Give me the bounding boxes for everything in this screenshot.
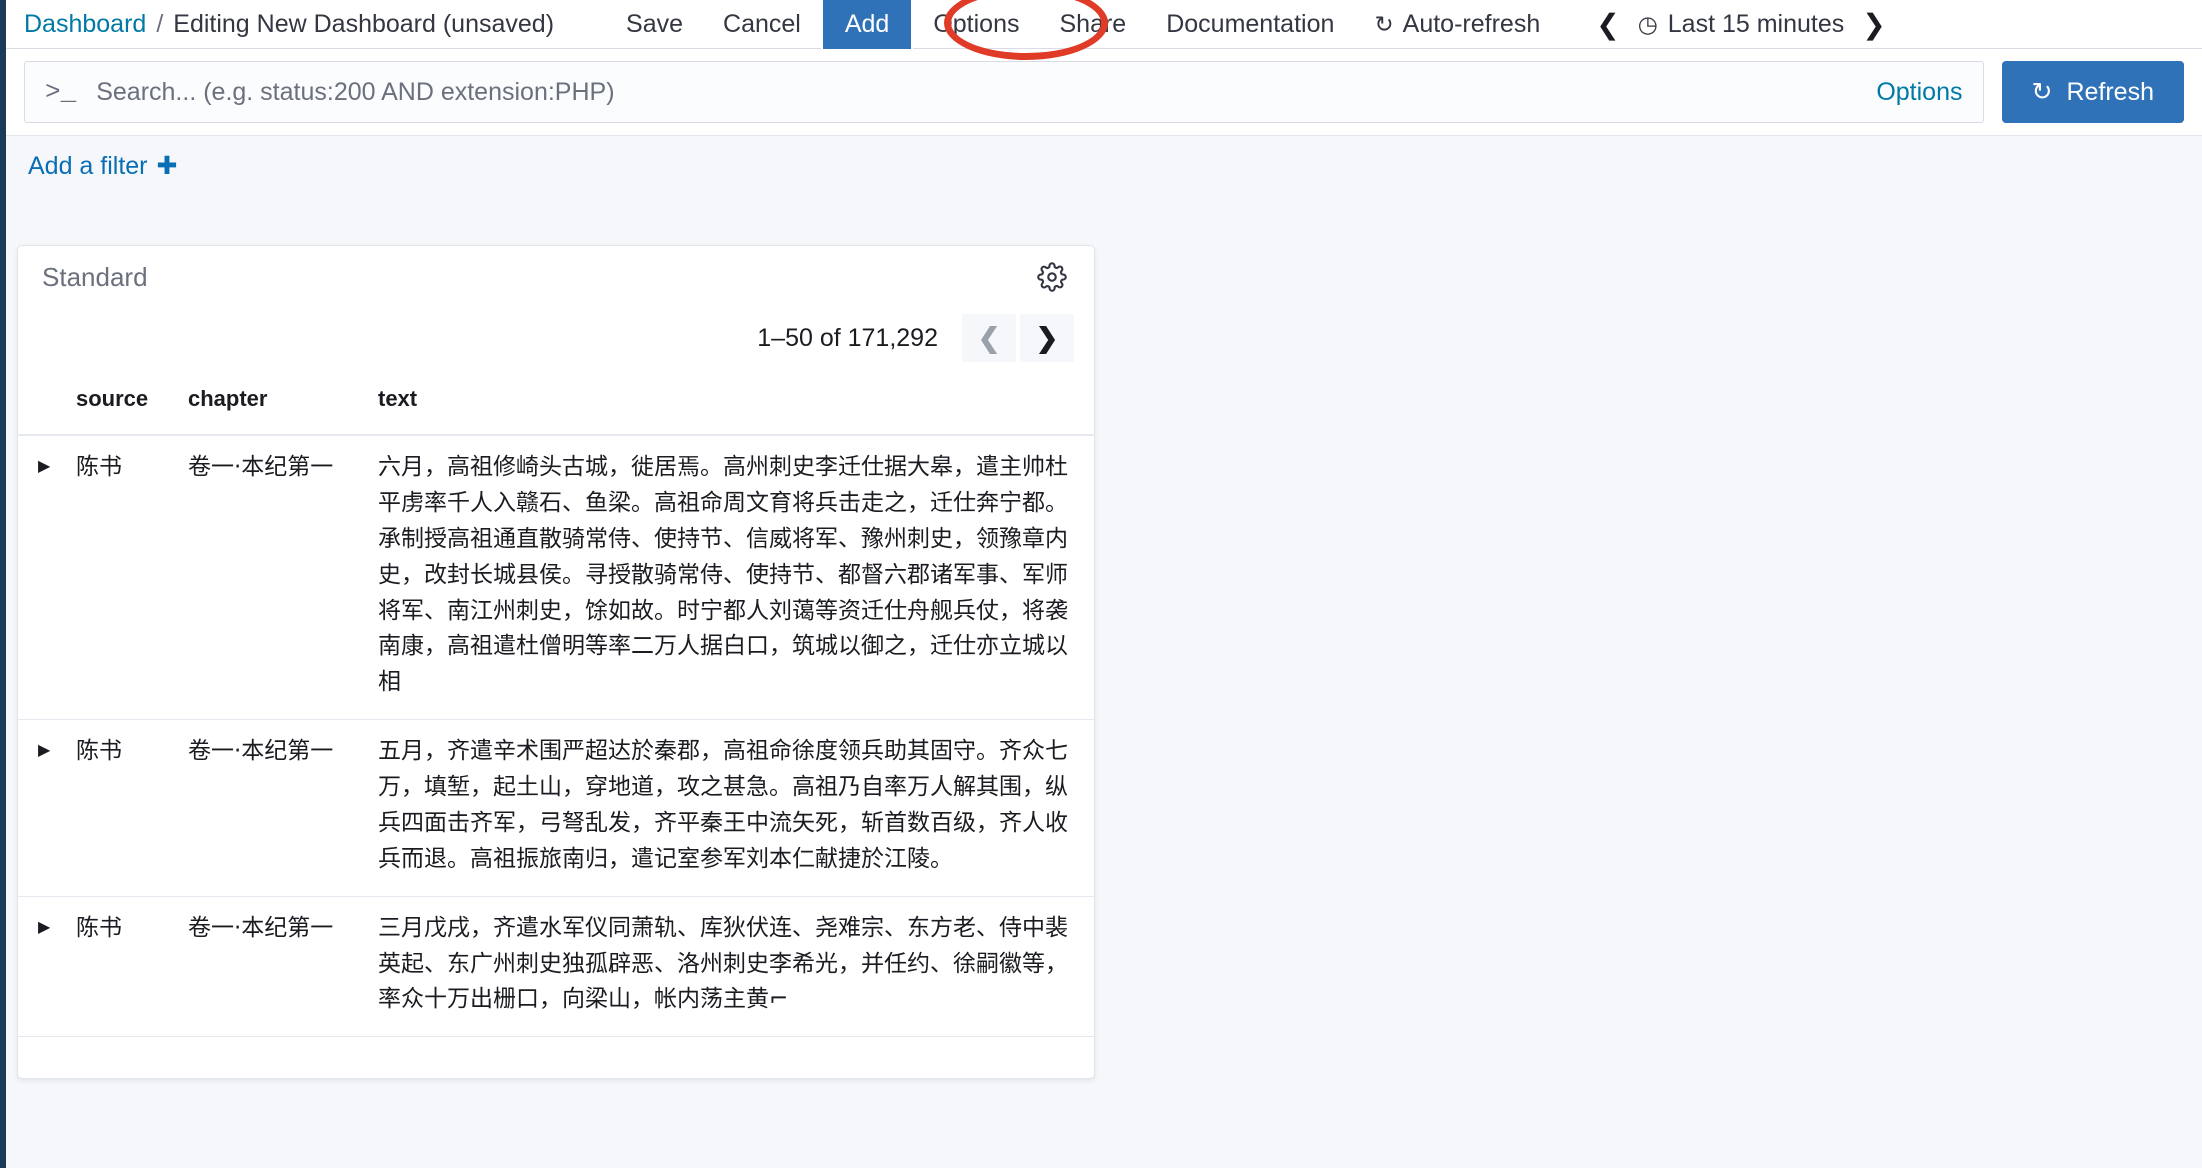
column-header-text[interactable]: text (368, 368, 1094, 435)
nav-add-button[interactable]: Add (821, 0, 913, 49)
column-header-chapter[interactable]: chapter (178, 368, 368, 435)
cell-text-value: 三月戊戌，齐遣水军仪同萧轨、库狄伏连、尧难宗、东方老、侍中裴英起、东广州刺史独孤… (378, 915, 1068, 1013)
cell-source: 陈书 (66, 435, 178, 720)
cell-text: 三月戊戌，齐遣水军仪同萧轨、库狄伏连、尧难宗、东方老、侍中裴英起、东广州刺史独孤… (368, 896, 1094, 1037)
auto-refresh-label: Auto-refresh (1403, 10, 1541, 38)
query-bar: >_ Options ↻ Refresh (6, 49, 2202, 135)
documents-table: source chapter text ▶ 陈书 卷一·本纪第一 六月，高祖修崎… (18, 368, 1094, 1037)
chevron-right-icon[interactable]: ❯ (1844, 8, 1903, 41)
table-row[interactable]: ▶ 陈书 卷一·本纪第一 六月，高祖修崎头古城，徙居焉。高州刺史李迁仕据大皋，遣… (18, 435, 1094, 720)
query-options-button[interactable]: Options (1852, 78, 1962, 107)
pagination-range-label: 1–50 of 171,292 (757, 324, 938, 353)
time-range-button[interactable]: ◷ Last 15 minutes (1638, 10, 1845, 39)
time-picker: ❮ ◷ Last 15 minutes ❯ (1578, 8, 1904, 41)
nav-cancel-button[interactable]: Cancel (703, 0, 821, 49)
nav-documentation-button[interactable]: Documentation (1146, 0, 1354, 49)
table-header: source chapter text (18, 368, 1094, 435)
column-header-expand (18, 368, 66, 435)
column-header-source[interactable]: source (66, 368, 178, 435)
kibana-dashboard-app: Dashboard / Editing New Dashboard (unsav… (0, 0, 2202, 1168)
refresh-icon: ↻ (1374, 0, 1393, 49)
pagination-prev-button[interactable]: ❮ (962, 314, 1016, 362)
cell-text: 五月，齐遣辛术围严超达於秦郡，高祖命徐度领兵助其固守。齐众七万，填堑，起土山，穿… (368, 720, 1094, 897)
table-row[interactable]: ▶ 陈书 卷一·本纪第一 五月，齐遣辛术围严超达於秦郡，高祖命徐度领兵助其固守。… (18, 720, 1094, 897)
pagination-controls: 1–50 of 171,292 ❮ ❯ (18, 308, 1094, 368)
triangle-right-icon: ▶ (38, 742, 50, 759)
search-input[interactable] (94, 77, 1852, 108)
breadcrumb: Dashboard / Editing New Dashboard (unsav… (24, 10, 554, 39)
truncation-marker: ⌐ (769, 986, 788, 1012)
row-expand-toggle[interactable]: ▶ (18, 896, 66, 1037)
chevron-left-icon[interactable]: ❮ (1578, 8, 1637, 41)
saved-search-panel: Standard 1–50 of 171,292 ❮ ❯ source chap… (17, 245, 1095, 1079)
clock-icon: ◷ (1638, 11, 1658, 38)
table-body: ▶ 陈书 卷一·本纪第一 六月，高祖修崎头古城，徙居焉。高州刺史李迁仕据大皋，遣… (18, 435, 1094, 1037)
nav-auto-refresh-button[interactable]: ↻ Auto-refresh (1354, 0, 1560, 49)
refresh-button[interactable]: ↻ Refresh (2002, 61, 2185, 123)
terminal-prompt-icon: >_ (45, 77, 76, 107)
table-header-row: source chapter text (18, 368, 1094, 435)
nav-share-button[interactable]: Share (1040, 0, 1147, 49)
cell-source: 陈书 (66, 896, 178, 1037)
cell-chapter: 卷一·本纪第一 (178, 896, 368, 1037)
top-nav-menu: Save Cancel Add Options Share Documentat… (606, 0, 1560, 49)
triangle-right-icon: ▶ (38, 458, 50, 475)
cell-text: 六月，高祖修崎头古城，徙居焉。高州刺史李迁仕据大皋，遣主帅杜平虏率千人入赣石、鱼… (368, 435, 1094, 720)
breadcrumb-current-title: Editing New Dashboard (unsaved) (173, 10, 554, 39)
search-box[interactable]: >_ Options (24, 61, 1984, 123)
plus-icon: ✚ (157, 151, 178, 181)
refresh-icon: ↻ (2032, 77, 2053, 107)
breadcrumb-dashboard-link[interactable]: Dashboard (24, 10, 146, 39)
cell-source: 陈书 (66, 720, 178, 897)
add-filter-label: Add a filter (28, 152, 148, 181)
time-range-label: Last 15 minutes (1668, 10, 1845, 39)
left-nav-rail (0, 0, 6, 1168)
panel-title: Standard (42, 262, 148, 293)
nav-options-button[interactable]: Options (913, 0, 1039, 49)
row-expand-toggle[interactable]: ▶ (18, 435, 66, 720)
nav-save-button[interactable]: Save (606, 0, 703, 49)
filter-bar: Add a filter ✚ (6, 135, 2202, 195)
triangle-right-icon: ▶ (38, 919, 50, 936)
cell-chapter: 卷一·本纪第一 (178, 435, 368, 720)
panel-header: Standard (18, 246, 1094, 308)
breadcrumb-separator: / (156, 10, 163, 39)
refresh-label: Refresh (2066, 78, 2154, 107)
cell-chapter: 卷一·本纪第一 (178, 720, 368, 897)
row-expand-toggle[interactable]: ▶ (18, 720, 66, 897)
table-row[interactable]: ▶ 陈书 卷一·本纪第一 三月戊戌，齐遣水军仪同萧轨、库狄伏连、尧难宗、东方老、… (18, 896, 1094, 1037)
pagination-next-button[interactable]: ❯ (1020, 314, 1074, 362)
top-navigation-bar: Dashboard / Editing New Dashboard (unsav… (6, 0, 2202, 49)
add-filter-button[interactable]: Add a filter ✚ (28, 151, 177, 181)
gear-icon[interactable] (1032, 257, 1072, 297)
